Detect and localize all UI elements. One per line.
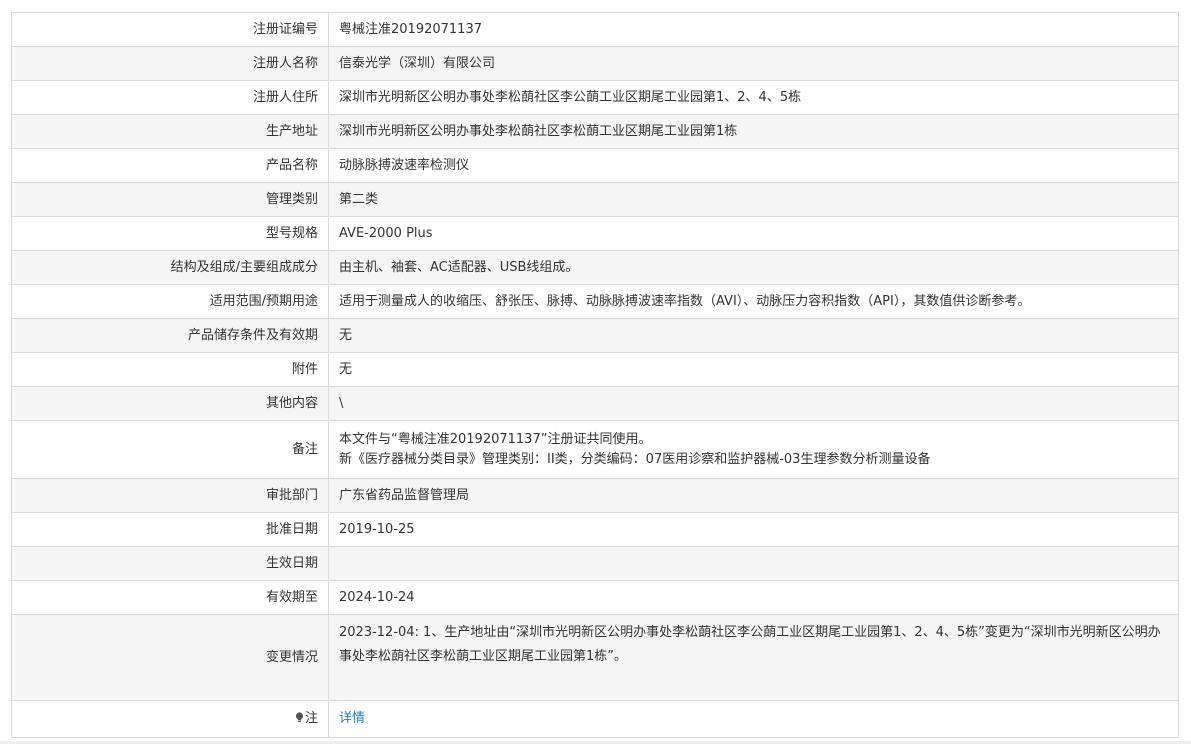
row-registration-number: 注册证编号 粤械注准20192071137 (11, 12, 1179, 47)
value-intended-use: 适用于测量成人的收缩压、舒张压、脉搏、动脉脉搏波速率指数（AVI）、动脉压力容积… (328, 284, 1179, 319)
row-effective-date: 生效日期 (11, 546, 1179, 581)
label-product-name: 产品名称 (11, 148, 329, 183)
value-structure-composition: 由主机、袖套、AC适配器、USB线组成。 (328, 250, 1179, 285)
label-registrant-address: 注册人住所 (11, 80, 329, 115)
row-change-history: 变更情况 2023-12-04: 1、生产地址由“深圳市光明新区公明办事处李松蓢… (11, 614, 1179, 701)
row-intended-use: 适用范围/预期用途 适用于测量成人的收缩压、舒张压、脉搏、动脉脉搏波速率指数（A… (11, 284, 1179, 319)
label-note: 注 (11, 700, 329, 738)
value-production-address: 深圳市光明新区公明办事处李松蓢社区李松蓢工业区期尾工业园第1栋 (328, 114, 1179, 149)
remark-line-1: 本文件与“粤械注准20192071137”注册证共同使用。 (339, 431, 652, 447)
value-note: 详情 (328, 700, 1179, 738)
label-intended-use: 适用范围/预期用途 (11, 284, 329, 319)
label-approval-date: 批准日期 (11, 512, 329, 547)
registration-detail-table: 注册证编号 粤械注准20192071137 注册人名称 信泰光学（深圳）有限公司… (11, 12, 1179, 738)
label-model-spec: 型号规格 (11, 216, 329, 251)
lightbulb-icon (295, 712, 304, 723)
value-effective-date (328, 546, 1179, 581)
row-model-spec: 型号规格 AVE-2000 Plus (11, 216, 1179, 251)
value-management-category: 第二类 (328, 182, 1179, 217)
row-remark: 备注 本文件与“粤械注准20192071137”注册证共同使用。 新《医疗器械分… (11, 420, 1179, 479)
row-structure-composition: 结构及组成/主要组成成分 由主机、袖套、AC适配器、USB线组成。 (11, 250, 1179, 285)
note-label-text: 注 (304, 711, 318, 726)
value-change-history: 2023-12-04: 1、生产地址由“深圳市光明新区公明办事处李松蓢社区李公蓢… (328, 614, 1179, 701)
remark-line-2: 新《医疗器械分类目录》管理类别：II类，分类编码：07医用诊察和监护器械-03生… (339, 451, 931, 467)
value-approval-department: 广东省药品监督管理局 (328, 478, 1179, 513)
row-storage-validity: 产品储存条件及有效期 无 (11, 318, 1179, 353)
value-valid-until: 2024-10-24 (328, 580, 1179, 615)
label-management-category: 管理类别 (11, 182, 329, 217)
value-registration-number: 粤械注准20192071137 (328, 12, 1179, 47)
label-production-address: 生产地址 (11, 114, 329, 149)
row-registrant-name: 注册人名称 信泰光学（深圳）有限公司 (11, 46, 1179, 81)
label-effective-date: 生效日期 (11, 546, 329, 581)
label-storage-validity: 产品储存条件及有效期 (11, 318, 329, 353)
value-model-spec: AVE-2000 Plus (328, 216, 1179, 251)
value-attachment: 无 (328, 352, 1179, 387)
row-attachment: 附件 无 (11, 352, 1179, 387)
value-product-name: 动脉脉搏波速率检测仪 (328, 148, 1179, 183)
label-attachment: 附件 (11, 352, 329, 387)
label-registrant-name: 注册人名称 (11, 46, 329, 81)
label-registration-number: 注册证编号 (11, 12, 329, 47)
row-registrant-address: 注册人住所 深圳市光明新区公明办事处李松蓢社区李公蓢工业区期尾工业园第1、2、4… (11, 80, 1179, 115)
value-other-content: \ (328, 386, 1179, 421)
row-approval-department: 审批部门 广东省药品监督管理局 (11, 478, 1179, 513)
row-valid-until: 有效期至 2024-10-24 (11, 580, 1179, 615)
value-storage-validity: 无 (328, 318, 1179, 353)
value-registrant-address: 深圳市光明新区公明办事处李松蓢社区李公蓢工业区期尾工业园第1、2、4、5栋 (328, 80, 1179, 115)
value-approval-date: 2019-10-25 (328, 512, 1179, 547)
details-link[interactable]: 详情 (339, 711, 365, 726)
label-change-history: 变更情况 (11, 614, 329, 701)
row-other-content: 其他内容 \ (11, 386, 1179, 421)
label-approval-department: 审批部门 (11, 478, 329, 513)
label-valid-until: 有效期至 (11, 580, 329, 615)
row-production-address: 生产地址 深圳市光明新区公明办事处李松蓢社区李松蓢工业区期尾工业园第1栋 (11, 114, 1179, 149)
label-other-content: 其他内容 (11, 386, 329, 421)
value-registrant-name: 信泰光学（深圳）有限公司 (328, 46, 1179, 81)
row-product-name: 产品名称 动脉脉搏波速率检测仪 (11, 148, 1179, 183)
row-note: 注 详情 (11, 700, 1179, 738)
value-remark: 本文件与“粤械注准20192071137”注册证共同使用。 新《医疗器械分类目录… (328, 420, 1179, 479)
row-approval-date: 批准日期 2019-10-25 (11, 512, 1179, 547)
label-structure-composition: 结构及组成/主要组成成分 (11, 250, 329, 285)
label-remark: 备注 (11, 420, 329, 479)
row-management-category: 管理类别 第二类 (11, 182, 1179, 217)
